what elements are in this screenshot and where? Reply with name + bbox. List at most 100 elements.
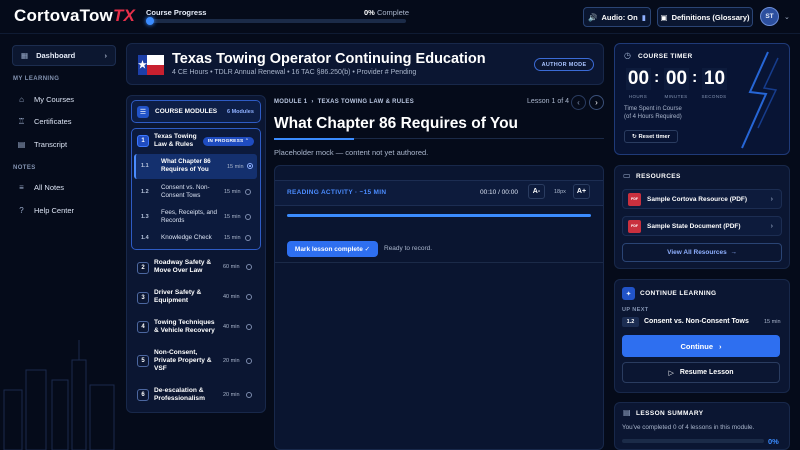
breadcrumb-section[interactable]: TEXAS TOWING LAW & RULES [318,99,414,105]
resource-item[interactable]: PDF Sample Cortova Resource (PDF) › [622,189,782,209]
certificate-icon: ♖ [17,116,26,126]
modules-count: 6 Modules [227,109,254,115]
lesson-counter: Lesson 1 of 4 [527,98,570,105]
resource-item[interactable]: PDF Sample State Document (PDF) › [622,216,782,236]
lesson-duration: 15 min [224,214,241,220]
seconds-label: SECONDS [701,94,727,99]
view-all-resources-button[interactable]: View All Resources → [622,243,782,262]
audio-toggle-button[interactable]: 🔊 Audio: On ▮ [583,7,651,27]
summary-progress-bar [622,439,764,443]
lightning-decoration [741,51,779,149]
chevron-down-icon[interactable]: ⌄ [784,13,790,21]
lesson-item[interactable]: Fees, Receipts, and Records [161,209,223,225]
chevron-right-icon: › [719,341,722,351]
course-progress-bar [146,19,406,23]
lesson-duration: 15 min [224,235,241,241]
hours-label: HOURS [628,94,648,99]
mark-complete-button[interactable]: Mark lesson complete ✓ [287,241,378,257]
sidebar-item-my-courses[interactable]: ⌂ My Courses [17,92,117,106]
resume-lesson-button[interactable]: ▷ Resume Lesson [622,362,780,383]
lesson-item[interactable]: Consent vs. Non-Consent Tows [161,184,221,200]
chevron-right-icon: › [770,195,773,203]
module-number: 1 [137,135,149,147]
timer-seconds: 10 [702,68,727,90]
module-status-circle [246,358,252,364]
lesson-number: 1.3 [141,214,149,220]
module-title[interactable]: Non-Consent, Private Property & VSF [154,349,216,373]
document-icon: ▤ [17,139,26,149]
sidebar-item-help-center[interactable]: ? Help Center [17,203,117,217]
next-lesson-button[interactable]: › [589,95,604,110]
sidebar-item-transcript[interactable]: ▤ Transcript [17,137,117,151]
lesson-item[interactable]: Knowledge Check [161,234,223,242]
texas-flag-icon [138,55,164,75]
grid-icon: ▦ [21,51,29,60]
app-logo[interactable]: CortovaTowTX [14,6,135,26]
audio-progress-bar[interactable] [287,214,591,217]
font-increase-button[interactable]: A+ [573,184,590,199]
course-subtitle: 4 CE Hours • TDLR Annual Renewal • 16 TA… [172,69,417,76]
title-accent-line [274,138,354,140]
book-icon: ▣ [660,12,668,22]
up-next-number: 1.2 [622,317,639,327]
pdf-icon: PDF [628,192,641,206]
lesson-summary-header: LESSON SUMMARY [636,410,704,417]
module-title[interactable]: Towing Techniques & Vehicle Recovery [154,319,218,335]
previous-lesson-button[interactable]: ‹ [571,95,586,110]
pdf-icon: PDF [628,219,641,233]
sidebar-dashboard[interactable]: ▦ Dashboard › [12,45,116,66]
audio-time: 00:10 / 00:00 [480,189,518,196]
module-duration: 40 min [223,294,240,300]
lesson-number: 1.2 [141,189,149,195]
module-title[interactable]: Driver Safety & Equipment [154,289,216,305]
author-mode-badge[interactable]: AUTHOR MODE [534,58,594,71]
chevron-up-icon: ⌃ [244,139,250,144]
reading-divider [275,262,603,263]
module-title[interactable]: Texas Towing Law & Rules [154,133,200,149]
font-size-value: 18px [554,189,566,195]
lesson-status-circle [245,189,251,195]
current-lesson-indicator [247,163,253,169]
timer-minutes: 00 [664,68,689,90]
lesson-duration: 15 min [224,189,241,195]
continue-button[interactable]: Continue › [622,335,780,357]
module-status-circle [246,294,252,300]
breadcrumb-module[interactable]: MODULE 1 [274,99,307,105]
resources-header: RESOURCES [636,173,681,180]
lesson-item[interactable]: What Chapter 86 Requires of You [161,158,219,174]
continue-learning-header: CONTINUE LEARNING [640,290,717,297]
folder-icon: ▭ [623,171,631,180]
font-decrease-button[interactable]: A- [528,184,545,199]
module-status-circle [246,392,252,398]
module-status-circle [246,324,252,330]
lesson-duration: 15 min [227,164,244,170]
course-title: Texas Towing Operator Continuing Educati… [172,51,486,67]
sidebar-item-all-notes[interactable]: ≡ All Notes [17,180,117,194]
reset-timer-button[interactable]: ↻ Reset timer [624,130,678,143]
summary-progress-percent: 0% [768,437,779,446]
modules-header-title: COURSE MODULES [155,108,218,115]
lesson-status-circle [245,235,251,241]
section-notes: NOTES [13,165,36,171]
module-duration: 20 min [223,392,240,398]
module-number: 4 [137,321,149,333]
up-next-label: UP NEXT [622,307,649,313]
module-title[interactable]: De-escalation & Professionalism [154,387,216,403]
up-next-title: Consent vs. Non-Consent Tows [644,318,749,325]
module-number: 3 [137,292,149,304]
glossary-button[interactable]: ▣ Definitions (Glossary) [657,7,753,27]
module-number: 6 [137,389,149,401]
record-status: Ready to record. [384,245,433,252]
timer-hours: 00 [626,68,651,90]
sidebar-item-certificates[interactable]: ♖ Certificates [17,114,117,128]
equalizer-icon: ▮ [641,12,646,22]
module-status-circle [246,264,252,270]
sparkle-icon: ✦ [622,287,635,300]
module-title[interactable]: Roadway Safety & Move Over Law [154,259,216,275]
summary-icon: ▤ [623,408,631,417]
skyline-decoration [3,340,115,450]
graduation-cap-icon: ⌂ [19,94,24,104]
user-avatar[interactable]: ST [760,7,779,26]
minutes-label: MINUTES [664,94,688,99]
module-number: 2 [137,262,149,274]
